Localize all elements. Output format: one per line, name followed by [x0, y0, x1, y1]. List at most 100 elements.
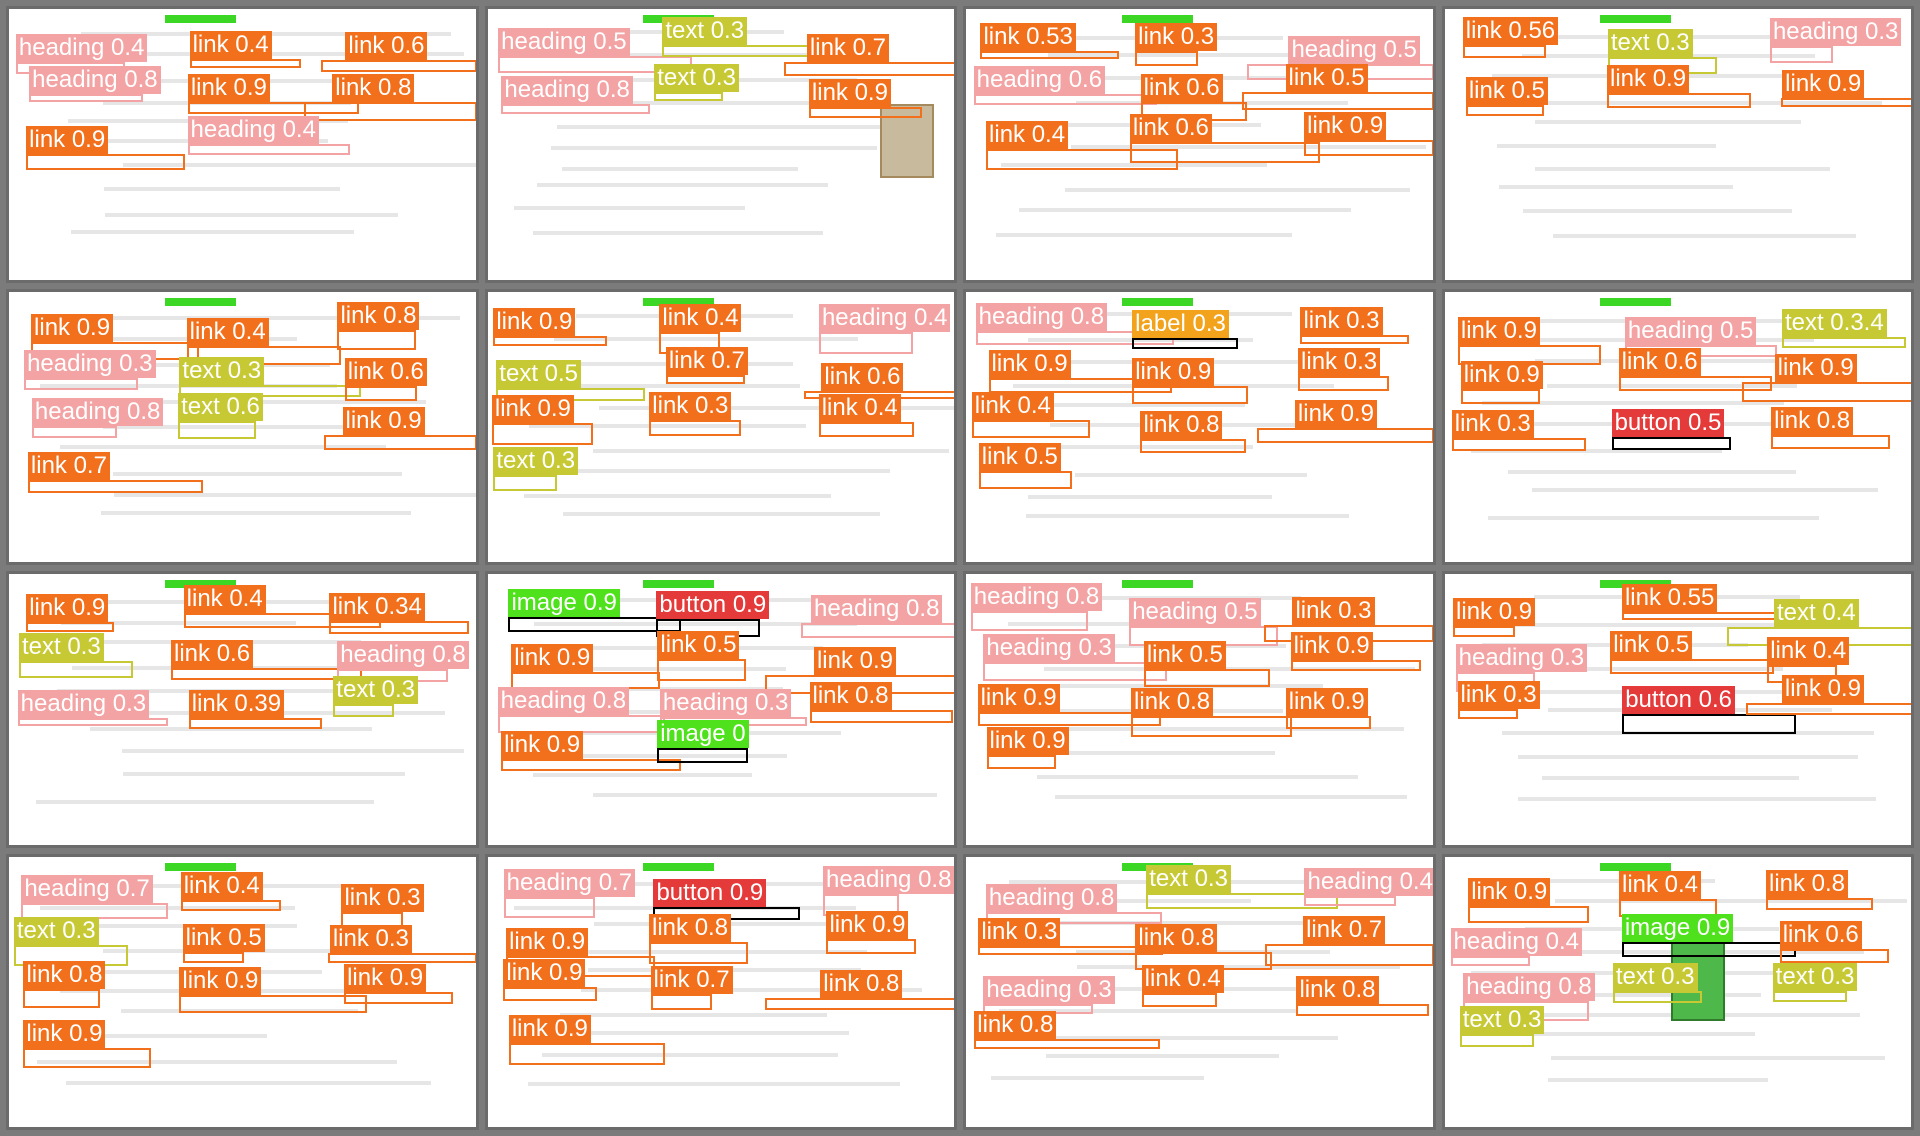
link-bounding-box [23, 989, 101, 1009]
link-detection-label: link 0.8 [1765, 870, 1849, 899]
link-bounding-box [1460, 388, 1540, 405]
heading-detection-label: heading 0.4 [818, 304, 951, 333]
link-detection-label: link 0.4 [971, 392, 1054, 421]
link-detection-label: link 0.9 [344, 963, 427, 992]
link-bounding-box [493, 336, 607, 346]
link-detection-label: link 0.4 [659, 304, 742, 333]
link-detection-label: link 0.3 [1298, 348, 1381, 377]
page-line [1027, 495, 1272, 500]
screenshot-tile: heading 0.7 button 0.9 heading 0.8 link 0.9… [484, 853, 957, 1130]
link-bounding-box [344, 385, 417, 402]
page-line [104, 212, 399, 217]
link-detection-label: link 0.7 [806, 33, 889, 62]
heading-bounding-box [983, 662, 1168, 681]
heading-detection-label: heading 0.3 [1769, 17, 1902, 46]
page-line [1534, 166, 1831, 171]
screenshot-tile: image 0.9 button 0.9 heading 0.8 link 0.9 li… [484, 571, 957, 848]
link-bounding-box [650, 994, 713, 1010]
link-detection-label: link 0.8 [1296, 976, 1379, 1005]
label-bounding-box [1132, 338, 1239, 349]
link-detection-label: link 0.3 [978, 917, 1061, 946]
link-detection-label: link 0.4 [1618, 870, 1702, 899]
button-detection-label: button 0.5 [1611, 409, 1725, 438]
link-detection-label: link 0.4 [183, 585, 266, 614]
heading-detection-label: heading 0.8 [985, 883, 1118, 912]
link-bounding-box [783, 61, 955, 76]
page-line [1534, 120, 1801, 125]
screenshot-tile: link 0.9 link 0.4 link 0.8 heading 0.4 image… [1441, 853, 1914, 1130]
top-green-bar [1600, 15, 1672, 23]
link-bounding-box [26, 154, 185, 171]
heading-bounding-box [800, 623, 955, 638]
link-detection-label: link 0.8 [332, 73, 415, 102]
link-bounding-box [1132, 385, 1249, 405]
screenshot-tile: link 0.53 link 0.3 heading 0.5 heading 0.6 l… [963, 6, 1436, 283]
link-detection-label: link 0.7 [665, 347, 748, 376]
page-line [66, 1080, 431, 1085]
text-detection-label: text 0.3 [1612, 963, 1698, 992]
button-bounding-box [1622, 714, 1797, 734]
link-bounding-box [344, 991, 453, 1004]
top-green-bar [164, 297, 236, 306]
text-detection-label: text 0.3 [1772, 962, 1858, 991]
page-line [122, 749, 465, 754]
link-detection-label: link 0.9 [506, 927, 589, 956]
screenshot-tile: heading 0.8 text 0.3 heading 0.4 link 0.3 li… [963, 853, 1436, 1130]
link-detection-label: link 0.9 [1607, 64, 1690, 93]
link-detection-label: link 0.9 [511, 643, 594, 672]
heading-detection-label: heading 0.7 [503, 869, 636, 898]
link-detection-label: link 0.6 [344, 357, 427, 386]
screenshot-tile: heading 0.8 heading 0.5 link 0.3 heading 0.… [963, 571, 1436, 848]
page-line [546, 468, 891, 473]
heading-detection-label: heading 0.5 [1288, 35, 1420, 64]
link-bounding-box [508, 1043, 666, 1066]
link-detection-label: link 0.3 [1135, 23, 1218, 52]
link-detection-label: link 0.9 [1285, 688, 1368, 717]
link-bounding-box [1780, 97, 1912, 108]
link-bounding-box [1242, 92, 1433, 110]
link-detection-label: link 0.4 [189, 30, 272, 59]
page-line [528, 1082, 901, 1087]
button-detection-label: button 0.6 [1622, 686, 1735, 715]
top-green-bar [1600, 297, 1672, 306]
heading-bounding-box [29, 93, 143, 103]
heading-detection-label: heading 0.3 [24, 349, 156, 378]
screenshot-tile: heading 0.7 link 0.4 link 0.3 text 0.3 link … [6, 853, 479, 1130]
screenshot-tile: heading 0.4 link 0.4 link 0.6 heading 0.8 li… [6, 6, 479, 283]
link-detection-label: link 0.9 [808, 78, 891, 107]
heading-detection-label: heading 0.5 [498, 28, 630, 57]
link-bounding-box [978, 470, 1072, 490]
link-detection-label: link 0.4 [1767, 637, 1850, 666]
link-bounding-box [320, 59, 476, 72]
heading-bounding-box [17, 717, 169, 727]
text-bounding-box [18, 661, 133, 679]
image-detection-label: image 0 [657, 720, 749, 749]
link-bounding-box [188, 718, 322, 729]
heading-detection-label: heading 0.3 [17, 689, 150, 718]
link-bounding-box [1135, 51, 1199, 66]
heading-detection-label: heading 0.8 [822, 866, 955, 895]
text-detection-label: text 0.3 [179, 357, 265, 386]
link-detection-label: link 0.8 [1131, 687, 1214, 716]
link-detection-label: link 0.53 [980, 22, 1076, 51]
link-detection-label: link 0.39 [188, 690, 285, 719]
page-line [1517, 796, 1876, 801]
heading-detection-label: heading 0.4 [1304, 868, 1433, 897]
label-detection-label: label 0.3 [1132, 310, 1229, 339]
link-bounding-box [1451, 437, 1586, 451]
link-detection-label: link 0.8 [337, 302, 420, 331]
text-bounding-box [654, 92, 723, 101]
link-detection-label: link 0.5 [657, 630, 740, 659]
link-detection-label: link 0.4 [186, 318, 269, 347]
heading-detection-label: heading 0.5 [1129, 597, 1261, 626]
image-bounding-box [657, 748, 748, 764]
link-detection-label: link 0.9 [977, 684, 1060, 713]
link-detection-label: link 0.34 [329, 593, 425, 622]
screenshot-tile: link 0.9 heading 0.5 text 0.3.4 link 0.9 lin… [1441, 288, 1914, 565]
heading-detection-label: heading 0.8 [337, 641, 469, 670]
text-detection-label: text 0.3 [18, 633, 104, 662]
text-detection-label: text 0.3.4 [1781, 308, 1887, 337]
link-detection-label: link 0.7 [1303, 915, 1386, 944]
link-detection-label: link 0.4 [818, 393, 901, 422]
link-detection-label: link 0.8 [649, 913, 732, 942]
